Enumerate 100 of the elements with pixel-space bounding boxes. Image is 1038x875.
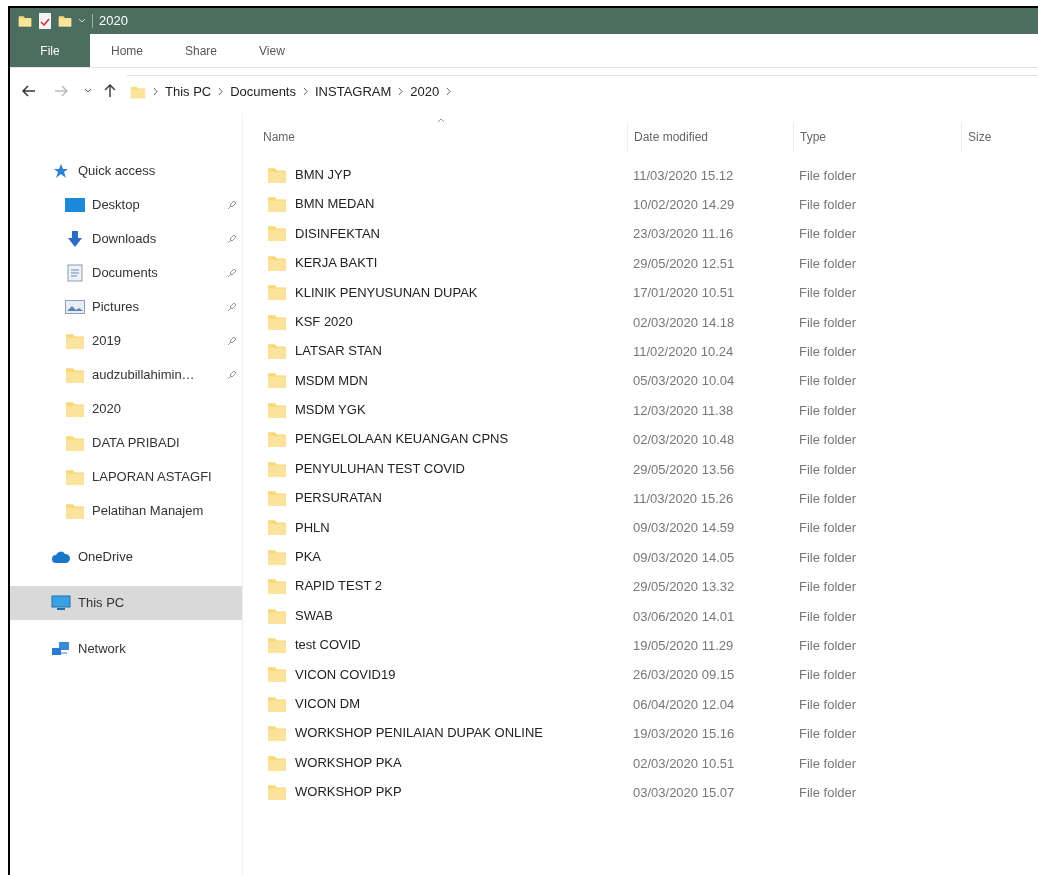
- type-cell: File folder: [799, 255, 857, 271]
- date-cell: 03/06/2020 14.01: [633, 608, 735, 624]
- nav-item[interactable]: Network: [10, 632, 242, 666]
- back-arrow-icon[interactable]: [22, 85, 36, 97]
- address-bar[interactable]: This PC Documents INSTAGRAM 2020: [126, 75, 1038, 107]
- breadcrumb-item[interactable]: Documents: [230, 81, 296, 102]
- ribbon-tab[interactable]: Home: [90, 34, 164, 67]
- up-arrow-icon[interactable]: [104, 84, 116, 98]
- date-cell: 11/03/2020 15.12: [633, 167, 734, 183]
- nav-item[interactable]: LAPORAN ASTAGFI: [10, 460, 242, 494]
- folder-name[interactable]: VICON DM: [295, 693, 360, 714]
- folder-name[interactable]: MSDM YGK: [295, 400, 366, 420]
- folder-name[interactable]: PKA: [295, 547, 321, 567]
- type-cell: File folder: [799, 285, 857, 301]
- type-cell: File folder: [799, 784, 857, 800]
- cloud-icon: [52, 551, 70, 563]
- folder-name[interactable]: KLINIK PENYUSUNAN DUPAK: [295, 282, 478, 302]
- date-cell: 11/02/2020 10.24: [633, 344, 734, 360]
- nav-item[interactable]: Desktop: [10, 188, 242, 222]
- nav-item[interactable]: Pelatihan Manajem: [10, 494, 242, 528]
- folder-name[interactable]: RAPID TEST 2: [295, 576, 382, 596]
- chevron-right-icon: [397, 87, 405, 96]
- folder-name[interactable]: SWAB: [295, 605, 333, 626]
- folder-name[interactable]: WORKSHOP PKA: [295, 752, 402, 773]
- folder-name[interactable]: KERJA BAKTI: [295, 253, 378, 273]
- folder-name[interactable]: WORKSHOP PKP: [295, 782, 402, 802]
- nav-item[interactable]: This PC: [10, 586, 242, 620]
- pictures-icon: [65, 300, 85, 314]
- caret-down-icon[interactable]: [84, 88, 92, 94]
- folder-name[interactable]: PERSURATAN: [295, 488, 382, 508]
- date-cell: 26/03/2020 09.15: [633, 667, 735, 683]
- date-cell: 19/03/2020 15.16: [633, 726, 735, 742]
- nav-item[interactable]: DATA PRIBADI: [10, 426, 242, 460]
- type-cell: File folder: [799, 373, 857, 389]
- type-cell: File folder: [799, 755, 857, 771]
- monitor-icon: [65, 198, 85, 212]
- date-cell: 17/01/2020 10.51: [633, 285, 735, 301]
- folder-name[interactable]: PENGELOLAAN KEUANGAN CPNS: [295, 429, 509, 449]
- date-cell: 06/04/2020 12.04: [633, 696, 735, 712]
- download-arrow-icon: [66, 230, 84, 248]
- type-cell: File folder: [799, 344, 857, 360]
- dropdown-icon: [78, 18, 86, 24]
- network-icon: [51, 641, 71, 657]
- type-cell: File folder: [799, 226, 857, 242]
- date-cell: 29/05/2020 13.32: [633, 579, 735, 595]
- folder-name[interactable]: BMN JYP: [295, 164, 352, 185]
- nav-item[interactable]: Quick access: [10, 154, 242, 188]
- document-icon: [67, 264, 83, 282]
- folder-name[interactable]: VICON COVID19: [295, 664, 396, 685]
- properties-icon: [38, 12, 52, 30]
- chevron-right-icon: [217, 87, 225, 96]
- date-cell: 11/03/2020 15.26: [633, 491, 734, 506]
- window-title: 2020: [92, 14, 128, 28]
- date-cell: 09/03/2020 14.59: [633, 520, 735, 536]
- nav-item[interactable]: OneDrive: [10, 540, 242, 574]
- breadcrumb-item[interactable]: 2020: [410, 81, 440, 102]
- chevron-right-icon: [445, 87, 453, 96]
- nav-item[interactable]: Downloads: [10, 222, 242, 256]
- breadcrumb-item[interactable]: This PC: [165, 81, 212, 102]
- date-cell: 10/02/2020 14.29: [633, 197, 735, 213]
- type-cell: File folder: [799, 402, 857, 418]
- type-cell: File folder: [799, 167, 857, 183]
- type-cell: File folder: [799, 520, 857, 536]
- date-cell: 19/05/2020 11.29: [633, 637, 734, 653]
- nav-item[interactable]: 2020: [10, 392, 242, 426]
- date-cell: 09/03/2020 14.05: [633, 549, 735, 565]
- star-icon: [53, 163, 69, 179]
- type-cell: File folder: [799, 432, 857, 448]
- nav-item[interactable]: 2019: [10, 324, 242, 358]
- column-header[interactable]: Size: [968, 128, 992, 146]
- file-tab[interactable]: File: [10, 34, 90, 67]
- column-header[interactable]: Type: [800, 128, 826, 146]
- date-cell: 29/05/2020 13.56: [633, 461, 735, 477]
- folder-name[interactable]: DISINFEKTAN: [295, 223, 380, 244]
- date-cell: 02/03/2020 14.18: [633, 314, 735, 330]
- nav-item[interactable]: audzubillahimin…: [10, 358, 242, 392]
- folder-name[interactable]: LATSAR STAN: [295, 341, 382, 361]
- type-cell: File folder: [799, 314, 857, 330]
- chevron-right-icon: [152, 87, 159, 96]
- nav-item[interactable]: Pictures: [10, 290, 242, 324]
- date-cell: 12/03/2020 11.38: [633, 402, 734, 418]
- type-cell: File folder: [799, 637, 857, 653]
- type-cell: File folder: [799, 579, 857, 595]
- chevron-right-icon: [302, 87, 309, 96]
- folder-name[interactable]: PHLN: [295, 517, 330, 538]
- folder-name[interactable]: PENYULUHAN TEST COVID: [295, 458, 465, 479]
- column-header[interactable]: Name: [263, 128, 295, 146]
- breadcrumb-item[interactable]: INSTAGRAM: [315, 81, 392, 102]
- type-cell: File folder: [799, 696, 857, 712]
- ribbon-tab[interactable]: Share: [164, 34, 239, 67]
- folder-name[interactable]: test COVID: [295, 635, 361, 655]
- folder-name[interactable]: WORKSHOP PENILAIAN DUPAK ONLINE: [295, 723, 544, 743]
- column-header[interactable]: Date modified: [634, 128, 709, 146]
- folder-name[interactable]: KSF 2020: [295, 311, 353, 332]
- nav-item[interactable]: Documents: [10, 256, 242, 290]
- ribbon-tab[interactable]: View: [238, 34, 306, 67]
- folder-name[interactable]: BMN MEDAN: [295, 194, 375, 214]
- date-cell: 29/05/2020 12.51: [633, 255, 735, 271]
- folder-name[interactable]: MSDM MDN: [295, 370, 368, 391]
- type-cell: File folder: [799, 667, 857, 683]
